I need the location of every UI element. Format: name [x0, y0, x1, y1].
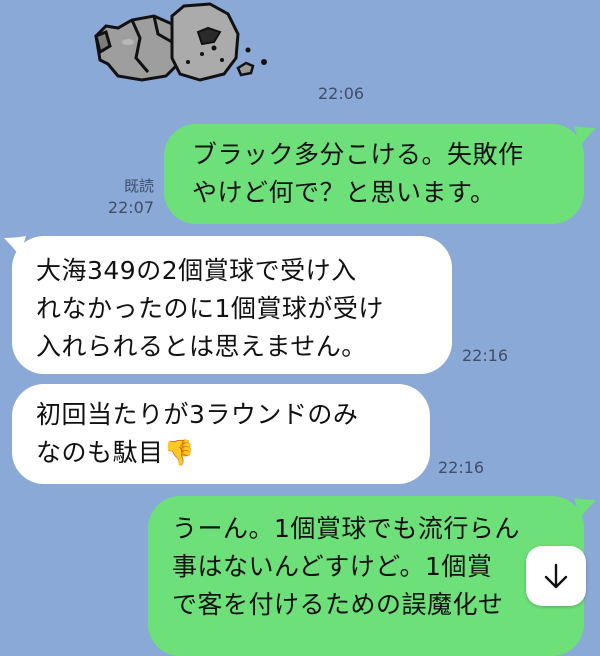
- sticker-timestamp: 22:06: [318, 84, 365, 103]
- message-line: 入れられるとは思えません。: [36, 332, 367, 361]
- message-line: 大海349の2個賞球で受け入: [36, 256, 357, 285]
- outgoing-message-bubble[interactable]: うーん。1個賞球でも流行らん 事はないんどすけど。1個賞 で客を付けるための誤魔…: [148, 496, 584, 656]
- incoming-message-bubble[interactable]: 大海349の2個賞球で受け入 れなかったのに1個賞球が受け 入れられるとは思えま…: [12, 236, 452, 374]
- incoming-message-bubble[interactable]: 初回当たりが3ラウンドのみ なのも駄目👎: [12, 384, 430, 484]
- read-receipt: 既読 22:07: [96, 176, 154, 218]
- message-timestamp: 22:16: [438, 458, 485, 477]
- message-line: 初回当たりが3ラウンドのみ: [36, 400, 359, 429]
- message-timestamp: 22:07: [107, 198, 154, 217]
- read-label: 既読: [123, 177, 154, 195]
- message-line: うーん。1個賞球でも流行らん: [172, 514, 520, 543]
- message-line: なのも駄目👎: [36, 438, 196, 467]
- rock-character-sticker-image: [94, 2, 267, 82]
- bubble-tail: [574, 126, 596, 146]
- scroll-to-bottom-button[interactable]: [526, 546, 586, 606]
- message-line: れなかったのに1個賞球が受け: [36, 294, 384, 323]
- message-line: 事はないんどすけど。1個賞: [172, 552, 493, 581]
- arrow-down-icon: [544, 563, 568, 589]
- outgoing-message-bubble[interactable]: ブラック多分こける。失敗作 やけど何で？と思います。: [164, 124, 584, 224]
- message-timestamp: 22:16: [462, 346, 509, 365]
- message-line: やけど何で？と思います。: [192, 178, 496, 207]
- sticker[interactable]: [88, 2, 288, 86]
- message-line: で客を付けるための誤魔化せ: [172, 590, 504, 619]
- message-line: ブラック多分こける。失敗作: [192, 140, 524, 169]
